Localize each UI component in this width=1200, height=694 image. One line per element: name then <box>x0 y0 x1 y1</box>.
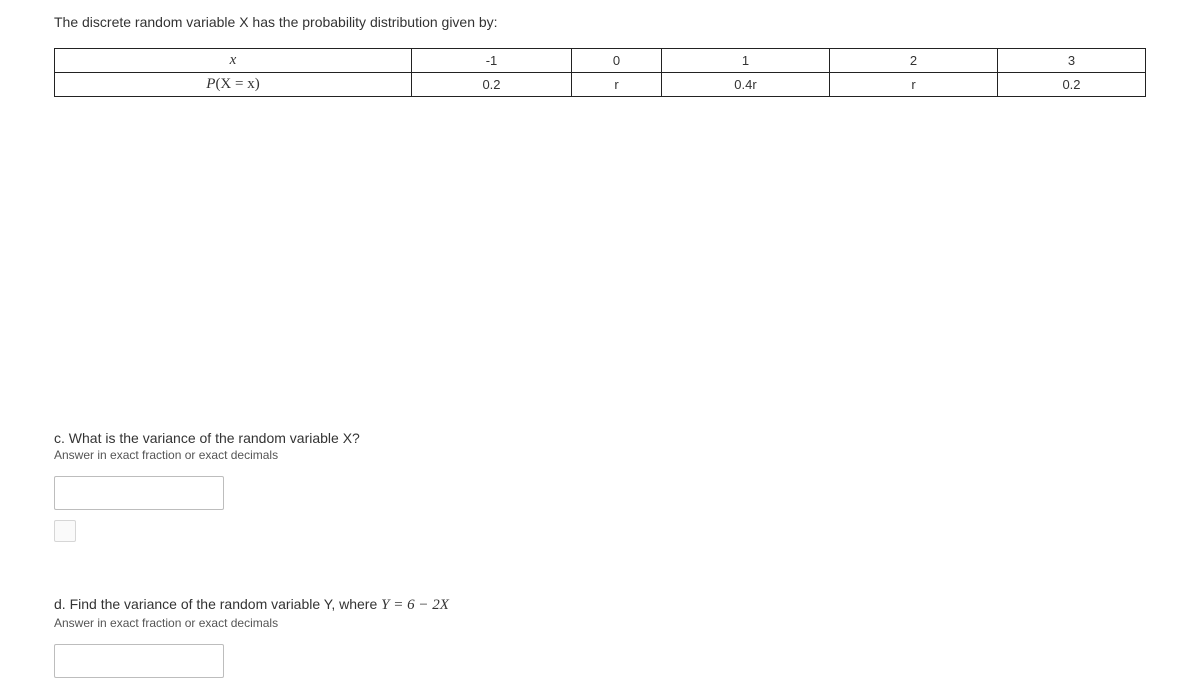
question-d: d. Find the variance of the random varia… <box>54 596 754 678</box>
question-container: The discrete random variable X has the p… <box>0 0 1200 97</box>
table-row: P(X = x) 0.2 r 0.4r r 0.2 <box>55 73 1146 97</box>
question-d-hint: Answer in exact fraction or exact decima… <box>54 616 754 630</box>
question-d-label-text: d. Find the variance of the random varia… <box>54 596 381 612</box>
cell-x-1: 1 <box>662 49 830 73</box>
cell-p-1: 0.4r <box>662 73 830 97</box>
table-row: x -1 0 1 2 3 <box>55 49 1146 73</box>
prompt-text: The discrete random variable X has the p… <box>54 14 1146 30</box>
cell-p-neg1: 0.2 <box>412 73 572 97</box>
question-c-label: c. What is the variance of the random va… <box>54 430 754 446</box>
cell-x-2: 2 <box>830 49 998 73</box>
submit-box-c[interactable] <box>54 520 76 542</box>
cell-x-0: 0 <box>572 49 662 73</box>
cell-p-2: r <box>830 73 998 97</box>
distribution-table: x -1 0 1 2 3 P(X = x) 0.2 r 0.4r r 0.2 <box>54 48 1146 97</box>
cell-x-label: x <box>55 49 412 73</box>
answer-input-c[interactable] <box>54 476 224 510</box>
cell-p-0: r <box>572 73 662 97</box>
question-d-label: d. Find the variance of the random varia… <box>54 596 754 614</box>
cell-x-neg1: -1 <box>412 49 572 73</box>
answer-input-d[interactable] <box>54 644 224 678</box>
question-c-hint: Answer in exact fraction or exact decima… <box>54 448 754 462</box>
question-d-label-math: Y = 6 − 2X <box>381 597 449 613</box>
cell-prob-label: P(X = x) <box>55 73 412 97</box>
cell-x-3: 3 <box>998 49 1146 73</box>
cell-p-3: 0.2 <box>998 73 1146 97</box>
question-c: c. What is the variance of the random va… <box>54 430 754 542</box>
